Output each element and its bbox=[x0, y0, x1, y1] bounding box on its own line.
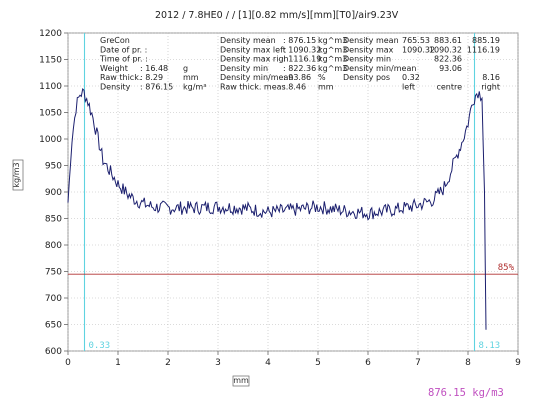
y-tick-label: 650 bbox=[45, 321, 62, 331]
info-value: 883.61 bbox=[434, 36, 462, 45]
info-value: : 8.46 bbox=[283, 83, 306, 92]
x-tick-label: 4 bbox=[265, 358, 271, 368]
info-value: centre bbox=[436, 83, 462, 92]
y-tick-label: 900 bbox=[45, 188, 62, 198]
info-label: Density min bbox=[220, 64, 268, 73]
info-label: Weight bbox=[100, 64, 128, 73]
y-tick-label: 1200 bbox=[39, 29, 62, 39]
info-label: Density mean bbox=[220, 36, 276, 45]
y-tick-label: 1000 bbox=[39, 135, 62, 145]
info-label: Density min/mean bbox=[343, 64, 416, 73]
info-value: 765.53 bbox=[402, 36, 430, 45]
info-value: left bbox=[402, 83, 415, 92]
info-value: : 876.15 bbox=[140, 83, 173, 92]
info-label: Time of pr. : bbox=[99, 55, 148, 64]
info-value: : 93.86 bbox=[283, 73, 311, 82]
info-unit: % bbox=[318, 73, 326, 82]
y-axis-label: kg/m3 bbox=[12, 162, 21, 187]
info-value: : 1090.32 bbox=[283, 45, 321, 54]
x-tick-label: 7 bbox=[415, 358, 421, 368]
x-tick-label: 5 bbox=[315, 358, 321, 368]
x-tick-label: 0 bbox=[65, 358, 71, 368]
info-value: 1090.32 bbox=[429, 45, 462, 54]
y-tick-label: 1050 bbox=[39, 109, 62, 119]
info-value: 93.06 bbox=[439, 64, 462, 73]
info-label: Density max left bbox=[220, 45, 286, 54]
info-value: : 8.29 bbox=[140, 73, 163, 82]
info-label: Density min bbox=[343, 55, 391, 64]
footer-density-value: 876.15 kg/m3 bbox=[428, 387, 504, 399]
x-tick-label: 9 bbox=[515, 358, 521, 368]
chart-title: 2012 / 7.8HE0 / / [1][0.82 mm/s][mm][T0]… bbox=[155, 10, 399, 21]
info-unit: kg/m³ bbox=[183, 83, 206, 92]
info-label: Raw thick. meas. bbox=[220, 83, 288, 92]
y-tick-label: 750 bbox=[45, 268, 62, 278]
x-axis-label: mm bbox=[233, 376, 249, 385]
y-tick-label: 1150 bbox=[39, 56, 62, 66]
info-label: Density mean bbox=[343, 36, 399, 45]
density-profile-chart: 2012 / 7.8HE0 / / [1][0.82 mm/s][mm][T0]… bbox=[12, 10, 521, 399]
x-tick-label: 2 bbox=[165, 358, 171, 368]
info-value: 8.16 bbox=[482, 73, 500, 82]
info-unit: mm bbox=[318, 83, 334, 92]
info-value: : 876.15 bbox=[283, 36, 316, 45]
info-value: 822.36 bbox=[434, 55, 462, 64]
info-value: : 16.48 bbox=[140, 64, 168, 73]
info-value: : 822.36 bbox=[283, 64, 316, 73]
info-label: GreCon bbox=[100, 36, 130, 45]
y-tick-label: 800 bbox=[45, 241, 62, 251]
info-label: Density max righ bbox=[220, 55, 289, 64]
y-tick-label: 700 bbox=[45, 294, 62, 304]
x-tick-label: 3 bbox=[215, 358, 221, 368]
x-tick-label: 6 bbox=[365, 358, 371, 368]
x-tick-label: 1 bbox=[115, 358, 121, 368]
info-label: Density bbox=[100, 83, 131, 92]
y-tick-label: 1100 bbox=[39, 82, 62, 92]
y-tick-label: 950 bbox=[45, 162, 62, 172]
x-tick-label: 8 bbox=[465, 358, 471, 368]
info-label: Raw thick. bbox=[100, 73, 141, 82]
info-value: 885.19 bbox=[472, 36, 500, 45]
info-value: 1116.19 bbox=[467, 45, 500, 54]
info-unit: mm bbox=[183, 73, 199, 82]
info-label: Density max bbox=[343, 45, 394, 54]
reference-line-label: 0.33 bbox=[89, 341, 111, 351]
reference-line-label: 85% bbox=[498, 263, 515, 273]
info-unit: g bbox=[183, 64, 188, 73]
info-value: right bbox=[481, 83, 500, 92]
info-label: Date of pr. : bbox=[100, 45, 147, 54]
y-tick-label: 600 bbox=[45, 347, 62, 357]
reference-line-label: 8.13 bbox=[479, 341, 501, 351]
info-label: Density pos bbox=[343, 73, 390, 82]
info-value: : 1116.19 bbox=[283, 55, 321, 64]
y-tick-label: 850 bbox=[45, 215, 62, 225]
info-value: 0.32 bbox=[402, 73, 420, 82]
